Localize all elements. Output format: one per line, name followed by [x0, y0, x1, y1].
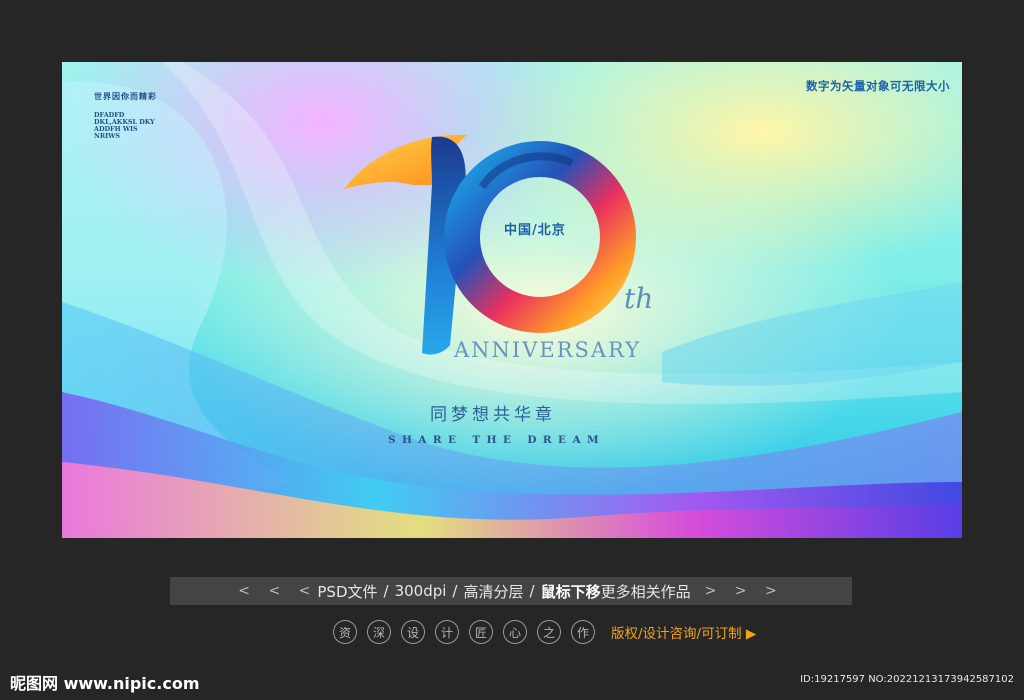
quality-badges: 资 深 设 计 匠 心 之 作	[333, 620, 595, 644]
corner-tagline: 世界因你而精彩 DFADFD DKL,AKKSL DKY ADDFH WIS N…	[94, 92, 157, 139]
badge-char: 资	[333, 620, 357, 644]
file-dpi: 300dpi	[394, 582, 447, 600]
file-format: PSD文件	[317, 582, 378, 601]
tagline-en: DFADFD DKL,AKKSL DKY ADDFH WIS NRIWS	[94, 111, 155, 140]
next-arrows[interactable]: > > >	[705, 583, 784, 599]
badge-char: 心	[503, 620, 527, 644]
site-brand[interactable]: 昵图网 www.nipic.com	[10, 670, 200, 694]
hover-hint-rest[interactable]: 更多相关作品	[601, 581, 691, 602]
anniversary-heading: ANNIVERSARY	[454, 338, 642, 362]
ordinal-suffix: th	[624, 282, 654, 315]
separator: /	[452, 582, 458, 600]
prev-arrows[interactable]: < < <	[238, 583, 317, 599]
image-id: ID:19217597 NO:20221213173942587102	[800, 674, 1014, 685]
design-consult-link[interactable]: 版权/设计咨询/可订制 ▶	[611, 622, 756, 642]
file-info-bar[interactable]: < < < PSD文件 / 300dpi / 高清分层 / 鼠标下移 更多相关作…	[170, 577, 852, 605]
badge-char: 匠	[469, 620, 493, 644]
vector-note: 数字为矢量对象可无限大小	[806, 79, 950, 93]
slogan-en: SHARE THE DREAM	[388, 434, 606, 446]
badge-char: 深	[367, 620, 391, 644]
ten-logo	[344, 134, 636, 355]
separator: /	[529, 582, 535, 600]
tagline-cn: 世界因你而精彩	[94, 91, 157, 101]
badge-char: 计	[435, 620, 459, 644]
badge-char: 作	[571, 620, 595, 644]
badge-char: 之	[537, 620, 561, 644]
file-layers: 高清分层	[463, 582, 524, 601]
location-label: 中国/北京	[504, 223, 566, 238]
anniversary-poster: 世界因你而精彩 DFADFD DKL,AKKSL DKY ADDFH WIS N…	[62, 62, 962, 538]
badge-char: 设	[401, 620, 425, 644]
slogan-cn: 同梦想共华章	[430, 405, 556, 425]
hover-hint-bold: 鼠标下移	[540, 582, 601, 601]
separator: /	[383, 582, 389, 600]
